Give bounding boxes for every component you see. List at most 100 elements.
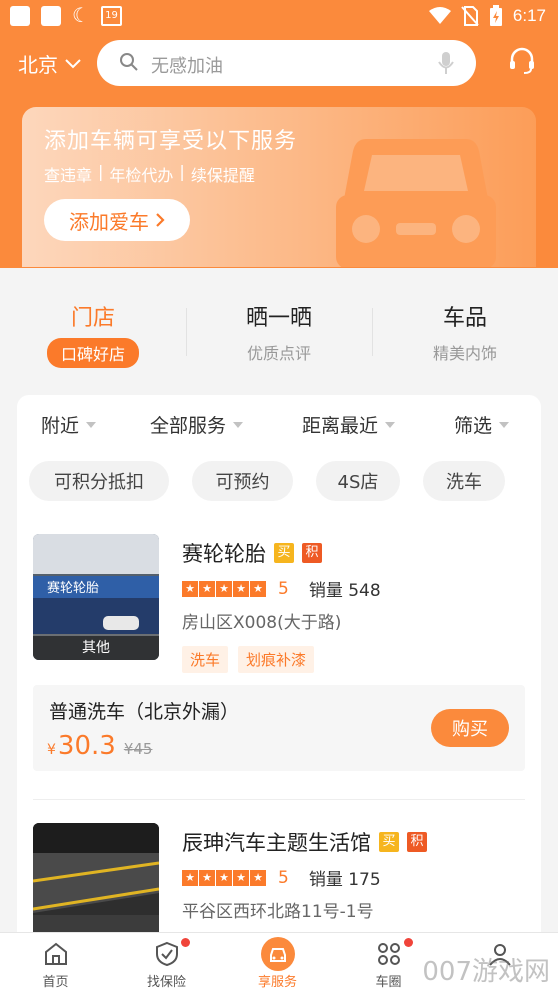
buy-badge: 买 [274,543,294,563]
car-illustration-icon [336,139,496,267]
search-bar[interactable]: 无感加油 [97,40,476,86]
dropdown-arrow-icon [385,421,396,428]
sales-label: 销量 [308,581,343,601]
chip-4s-store[interactable]: 4S店 [316,461,400,501]
shop-name: 赛轮轮胎 [182,542,266,566]
sales-value: 548 [348,581,381,601]
shield-icon [155,941,178,967]
filter-label: 附近 [41,415,80,437]
category-showcase[interactable]: 晒一晒 优质点评 [186,300,372,364]
category-name: 门店 [70,306,115,331]
home-icon [44,942,67,965]
microphone-icon[interactable] [438,51,454,75]
city-label: 北京 [18,53,58,77]
category-subtitle: 精美内饰 [432,344,497,363]
service-label: 查违章 [44,166,93,185]
city-selector[interactable]: 北京 [18,49,82,78]
deal-price: ¥ 30.3 ¥45 [47,731,152,761]
shop-name: 辰珅汽车主题生活馆 [182,831,371,855]
tab-label: 享服务 [257,975,297,990]
divider [33,799,525,800]
sales-label: 销量 [308,870,343,890]
banner-title: 添加车辆可享受以下服务 [44,129,298,154]
chip-bookable[interactable]: 可预约 [192,461,293,501]
filter-bar: 附近 全部服务 距离最近 筛选 [17,395,541,453]
rating-score: 5 [278,867,289,888]
add-car-label: 添加爱车 [69,209,149,234]
star-icon: ★ [250,869,266,886]
star-rating: ★ ★ ★ ★ ★ [182,580,266,597]
buy-button[interactable]: 购买 [431,709,509,747]
shop-item[interactable]: 辰珅汽车主题生活馆 买 积 ★ ★ ★ ★ ★ 5 销量 175 平谷区西环北路11号-… [33,823,525,935]
search-icon [120,53,138,71]
service-separator: | [98,162,104,181]
star-icon: ★ [216,580,232,597]
dropdown-arrow-icon [233,421,244,428]
service-tag: 洗车 [182,646,229,673]
star-icon: ★ [199,869,215,886]
sales-value: 175 [348,870,381,890]
buy-badge: 买 [379,832,399,852]
filter-label: 全部服务 [150,415,227,437]
chip-points-deduct[interactable]: 可积分抵扣 [29,461,169,501]
battery-icon [489,5,502,26]
shop-address: 房山区X008(大于路) [182,613,342,633]
dropdown-arrow-icon [499,421,510,428]
dropdown-arrow-icon [86,421,97,428]
chip-car-wash[interactable]: 洗车 [423,461,505,501]
shop-photo [33,823,159,935]
category-store[interactable]: 门店 口碑好店 [0,300,186,368]
category-tabs: 门店 口碑好店 晒一晒 优质点评 车品 精美内饰 [0,268,558,386]
shop-name-row: 赛轮轮胎 买 积 [182,538,322,568]
category-products[interactable]: 车品 精美内饰 [372,300,558,364]
tab-insurance[interactable]: 找保险 [111,933,222,992]
service-separator: | [179,162,185,181]
deal-card[interactable]: 普通洗车（北京外漏） ¥ 30.3 ¥45 购买 [33,685,525,771]
star-icon: ★ [233,869,249,886]
customer-service-icon[interactable] [508,47,536,75]
tab-services[interactable]: 享服务 [222,933,333,992]
service-label: 年检代办 [109,166,174,185]
notification-dot [404,938,413,947]
star-icon: ★ [199,580,215,597]
filter-more[interactable]: 筛选 [454,411,510,438]
points-badge: 积 [407,832,427,852]
add-car-button[interactable]: 添加爱车 [44,199,190,241]
add-vehicle-banner[interactable]: 添加车辆可享受以下服务 查违章 | 年检代办 | 续保提醒 添加爱车 [22,107,536,267]
photo-tag: 其他 [33,636,159,660]
bottom-tab-bar: 首页 找保险 享服务 车圈 007游戏网 [0,932,558,992]
shop-name-row: 辰珅汽车主题生活馆 买 积 [182,827,427,857]
sales-count: 销量 548 [309,576,381,601]
grid-icon [377,943,400,965]
points-badge: 积 [302,543,322,563]
clock: 6:17 [512,6,546,25]
filter-label: 筛选 [454,415,493,437]
car-service-icon [260,937,295,971]
storefront-sign-text: 赛轮轮胎 [47,580,99,596]
service-label: 续保提醒 [190,166,255,185]
sales-count: 销量 175 [309,865,381,890]
category-name: 车品 [442,306,487,331]
filter-all-services[interactable]: 全部服务 [150,411,244,438]
shop-item[interactable]: 赛轮轮胎 其他 赛轮轮胎 买 积 ★ ★ ★ ★ ★ 5 销量 548 房山区X008(… [33,534,525,674]
shop-address: 平谷区西环北路11号-1号 [182,902,374,922]
star-rating: ★ ★ ★ ★ ★ [182,869,266,886]
service-tags: 洗车 划痕补漆 [182,646,315,673]
header: ☾ 19 6:17 北京 无感加油 添加车辆可享受以下服务 查违章 | 年检代办… [0,0,558,268]
star-icon: ★ [233,580,249,597]
shop-rating: ★ ★ ★ ★ ★ 5 销量 548 [182,576,381,601]
price-amount: 30.3 [57,731,116,761]
tab-home[interactable]: 首页 [0,933,111,992]
filter-sort-distance[interactable]: 距离最近 [302,411,396,438]
shop-list-card: 附近 全部服务 距离最近 筛选 可积分抵扣 可预约 4S店 洗车 赛轮轮胎 其他… [17,395,541,935]
rating-score: 5 [278,578,289,599]
tab-label: 首页 [42,975,69,990]
filter-label: 距离最近 [302,415,379,437]
status-bar: ☾ 19 6:17 [0,0,558,34]
no-sim-icon [461,6,479,26]
filter-nearby[interactable]: 附近 [41,411,97,438]
search-placeholder: 无感加油 [151,56,223,77]
moon-icon: ☾ [72,3,90,27]
star-icon: ★ [182,869,198,886]
category-subtitle: 优质点评 [246,344,311,363]
